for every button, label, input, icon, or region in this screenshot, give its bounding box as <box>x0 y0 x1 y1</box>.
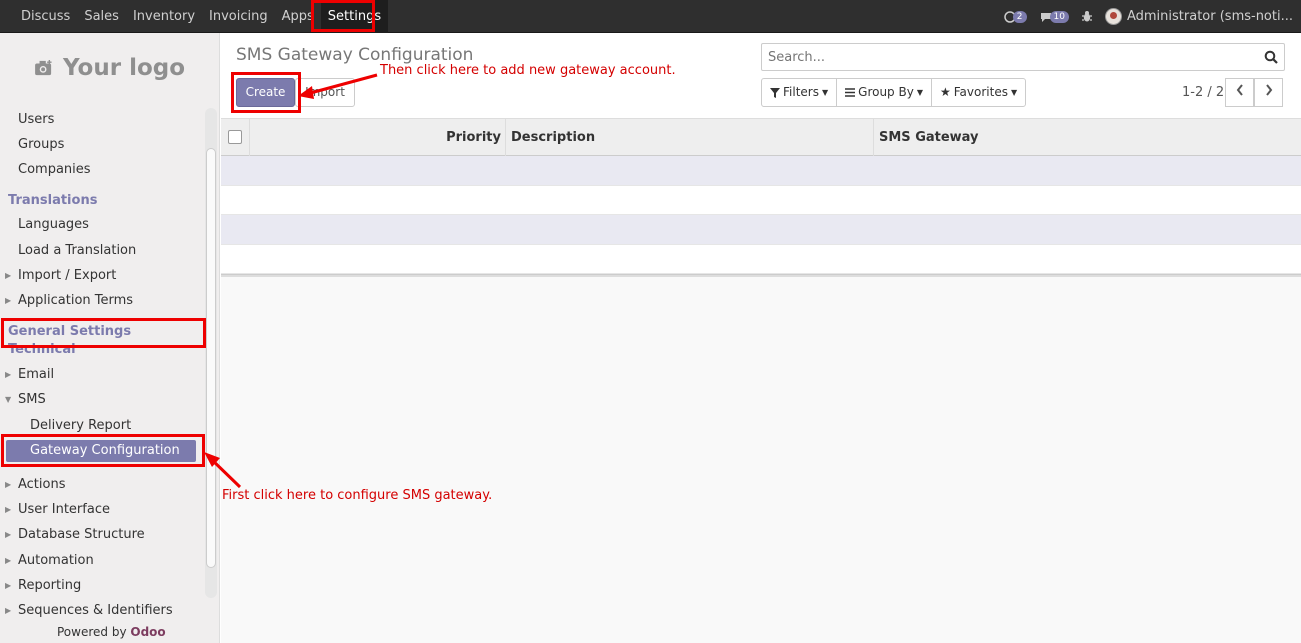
annotation-arrows <box>204 73 378 489</box>
arrow-head <box>298 86 314 99</box>
arrow-line <box>302 73 378 97</box>
